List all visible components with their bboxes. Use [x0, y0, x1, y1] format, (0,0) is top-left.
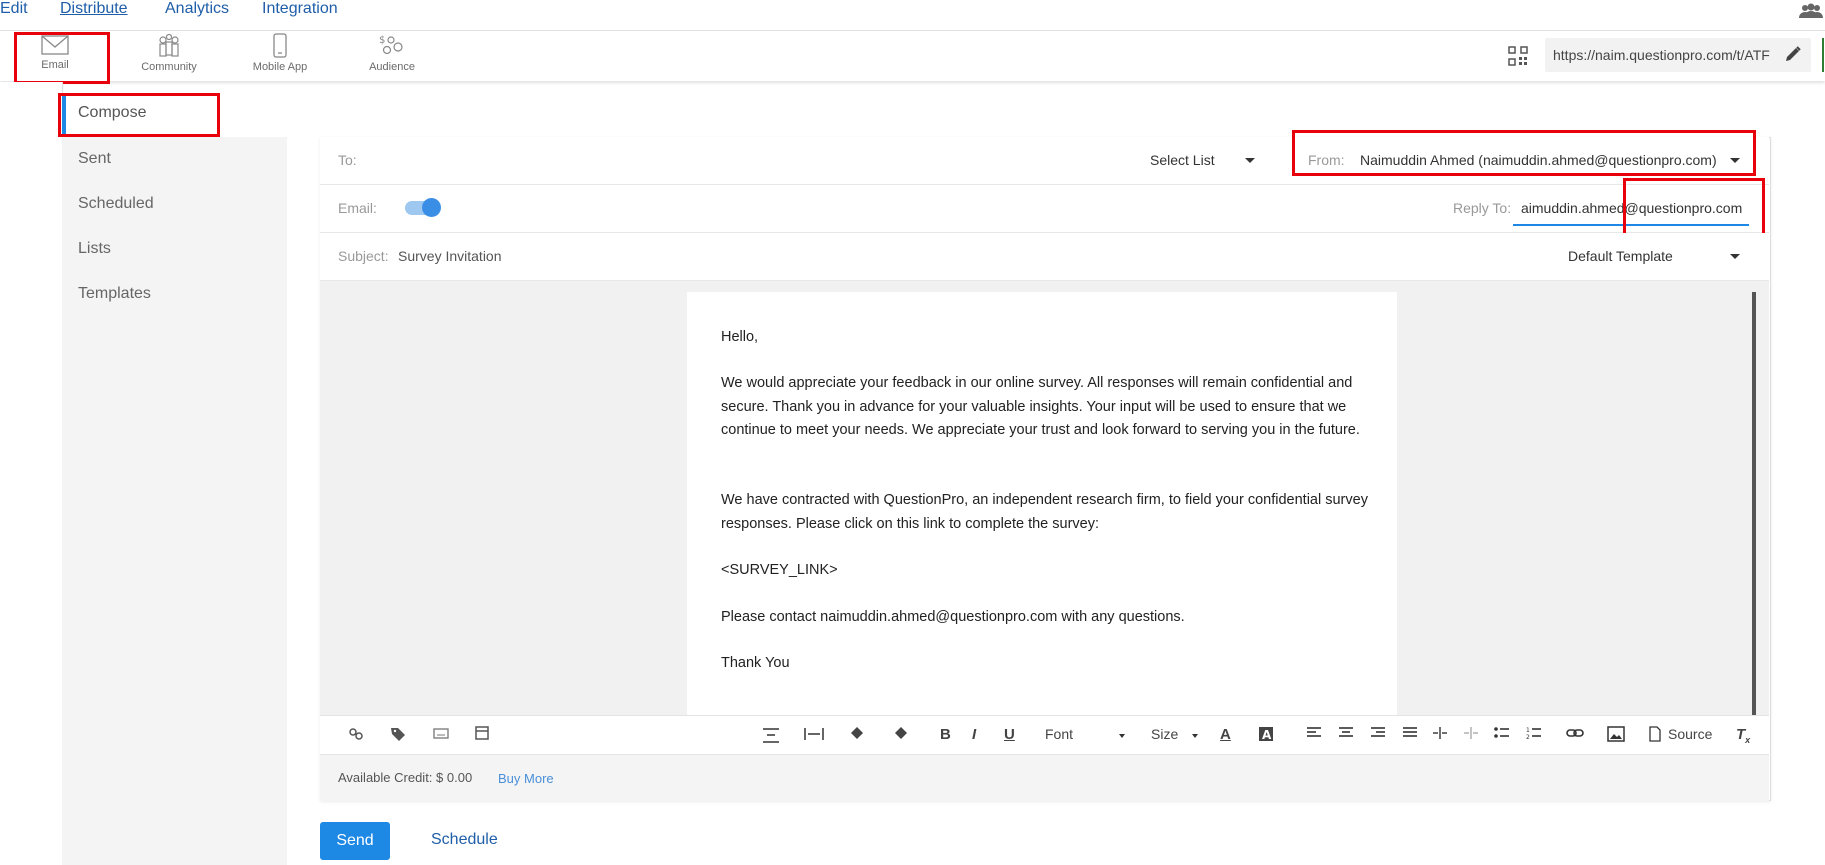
- link-icon[interactable]: [348, 726, 364, 746]
- sidebar-item-templates[interactable]: Templates: [78, 285, 151, 303]
- channel-audience-label: Audience: [369, 61, 415, 73]
- fill-color-icon[interactable]: [848, 726, 866, 746]
- highlight-from: [1292, 130, 1756, 176]
- align-center-icon[interactable]: [1338, 726, 1354, 744]
- qr-code-icon[interactable]: [1508, 46, 1528, 71]
- outdent-icon[interactable]: [1463, 726, 1479, 744]
- highlight-reply-to: [1623, 178, 1765, 236]
- community-icon: [159, 33, 179, 57]
- indent-icon[interactable]: [1432, 726, 1448, 744]
- horizontal-rule-icon[interactable]: [761, 726, 781, 748]
- align-left-icon[interactable]: [1306, 726, 1322, 744]
- template-caret-icon[interactable]: [1730, 254, 1740, 259]
- embed-icon[interactable]: [475, 726, 489, 744]
- font-select[interactable]: Font: [1045, 726, 1073, 742]
- credit-bar: Available Credit: $ 0.00 Buy More: [320, 754, 1769, 801]
- source-button[interactable]: Source: [1668, 726, 1712, 742]
- highlight-email-channel: [14, 32, 110, 84]
- body-contact: Please contact naimuddin.ahmed@questionp…: [721, 609, 1185, 625]
- hyperlink-icon[interactable]: [1566, 726, 1584, 743]
- people-icon[interactable]: [1797, 2, 1825, 22]
- available-credit: Available Credit: $ 0.00: [338, 770, 473, 785]
- subject-row: Subject: Survey Invitation Default Templ…: [320, 233, 1769, 281]
- background-color-button[interactable]: A: [1258, 726, 1280, 746]
- svg-text:2: 2: [1526, 734, 1530, 740]
- channel-mobile-app-label: Mobile App: [252, 61, 308, 73]
- editor-toolbar: B I U Font Size A A 12 Source Tx: [320, 715, 1769, 755]
- nav-edit[interactable]: Edit: [0, 0, 28, 18]
- channel-mobile-app[interactable]: Mobile App: [245, 31, 315, 81]
- body-paragraph-2: We have contracted with QuestionPro, an …: [721, 492, 1368, 532]
- align-right-icon[interactable]: [1370, 726, 1386, 744]
- left-gutter: [0, 82, 63, 865]
- select-list-dropdown[interactable]: Select List: [1150, 152, 1215, 168]
- reply-to-label: Reply To:: [1453, 200, 1512, 216]
- size-select[interactable]: Size: [1151, 726, 1178, 742]
- italic-button[interactable]: I: [972, 726, 976, 743]
- bold-button[interactable]: B: [940, 726, 951, 743]
- body-paragraph-1: We would appreciate your feedback in our…: [721, 375, 1360, 438]
- keyboard-icon[interactable]: [433, 726, 449, 744]
- source-icon[interactable]: [1648, 726, 1662, 746]
- pencil-icon[interactable]: [1784, 45, 1802, 68]
- size-caret-icon[interactable]: [1192, 734, 1198, 738]
- width-icon[interactable]: [803, 726, 825, 746]
- justify-icon[interactable]: [1402, 726, 1418, 744]
- email-body[interactable]: Hello, We would appreciate your feedback…: [687, 292, 1397, 715]
- top-nav: Edit Distribute Analytics Integration: [0, 0, 1825, 31]
- audience-icon: $: [379, 35, 403, 55]
- sidebar-item-sent[interactable]: Sent: [78, 150, 111, 168]
- url-edge-marker: [1822, 38, 1824, 72]
- sidebar-item-scheduled[interactable]: Scheduled: [78, 195, 154, 213]
- survey-url-field[interactable]: https://naim.questionpro.com/t/ATF: [1545, 38, 1811, 72]
- image-icon[interactable]: [1607, 726, 1625, 746]
- highlight-compose: [58, 93, 220, 137]
- send-button[interactable]: Send: [320, 822, 390, 860]
- select-list-caret-icon[interactable]: [1245, 158, 1255, 163]
- survey-url-text: https://naim.questionpro.com/t/ATF: [1553, 47, 1770, 63]
- svg-text:$: $: [379, 35, 385, 46]
- channel-community[interactable]: Community: [130, 31, 208, 81]
- svg-text:1: 1: [1526, 727, 1530, 734]
- clear-formatting-icon[interactable]: Tx: [1736, 726, 1750, 745]
- email-toggle-knob: [422, 198, 441, 217]
- channel-audience[interactable]: $ Audience: [357, 31, 427, 81]
- mobile-icon: [273, 33, 287, 58]
- to-label: To:: [338, 152, 357, 168]
- svg-text:A: A: [1262, 728, 1272, 742]
- font-caret-icon[interactable]: [1119, 734, 1125, 738]
- sidebar-item-lists[interactable]: Lists: [78, 240, 111, 258]
- buy-more-link[interactable]: Buy More: [498, 771, 554, 786]
- subject-input[interactable]: Survey Invitation: [398, 248, 502, 264]
- email-label: Email:: [338, 200, 377, 216]
- schedule-button[interactable]: Schedule: [431, 831, 498, 849]
- body-survey-link: <SURVEY_LINK>: [721, 562, 838, 578]
- underline-button[interactable]: U: [1004, 726, 1015, 743]
- nav-distribute[interactable]: Distribute: [60, 0, 128, 18]
- subject-label: Subject:: [338, 248, 389, 264]
- nav-analytics[interactable]: Analytics: [165, 0, 229, 18]
- body-greeting: Hello,: [721, 329, 759, 345]
- bulleted-list-icon[interactable]: [1494, 726, 1510, 744]
- editor-scrollbar[interactable]: [1752, 292, 1756, 715]
- text-color-button[interactable]: A: [1220, 726, 1231, 743]
- body-signoff: Thank You: [721, 655, 790, 671]
- background-color-icon[interactable]: [892, 726, 910, 746]
- nav-integration[interactable]: Integration: [262, 0, 338, 18]
- template-select[interactable]: Default Template: [1568, 248, 1673, 264]
- numbered-list-icon[interactable]: 12: [1526, 726, 1542, 744]
- tag-icon[interactable]: [390, 726, 408, 746]
- channel-community-label: Community: [141, 61, 197, 73]
- email-toggle[interactable]: [405, 198, 441, 217]
